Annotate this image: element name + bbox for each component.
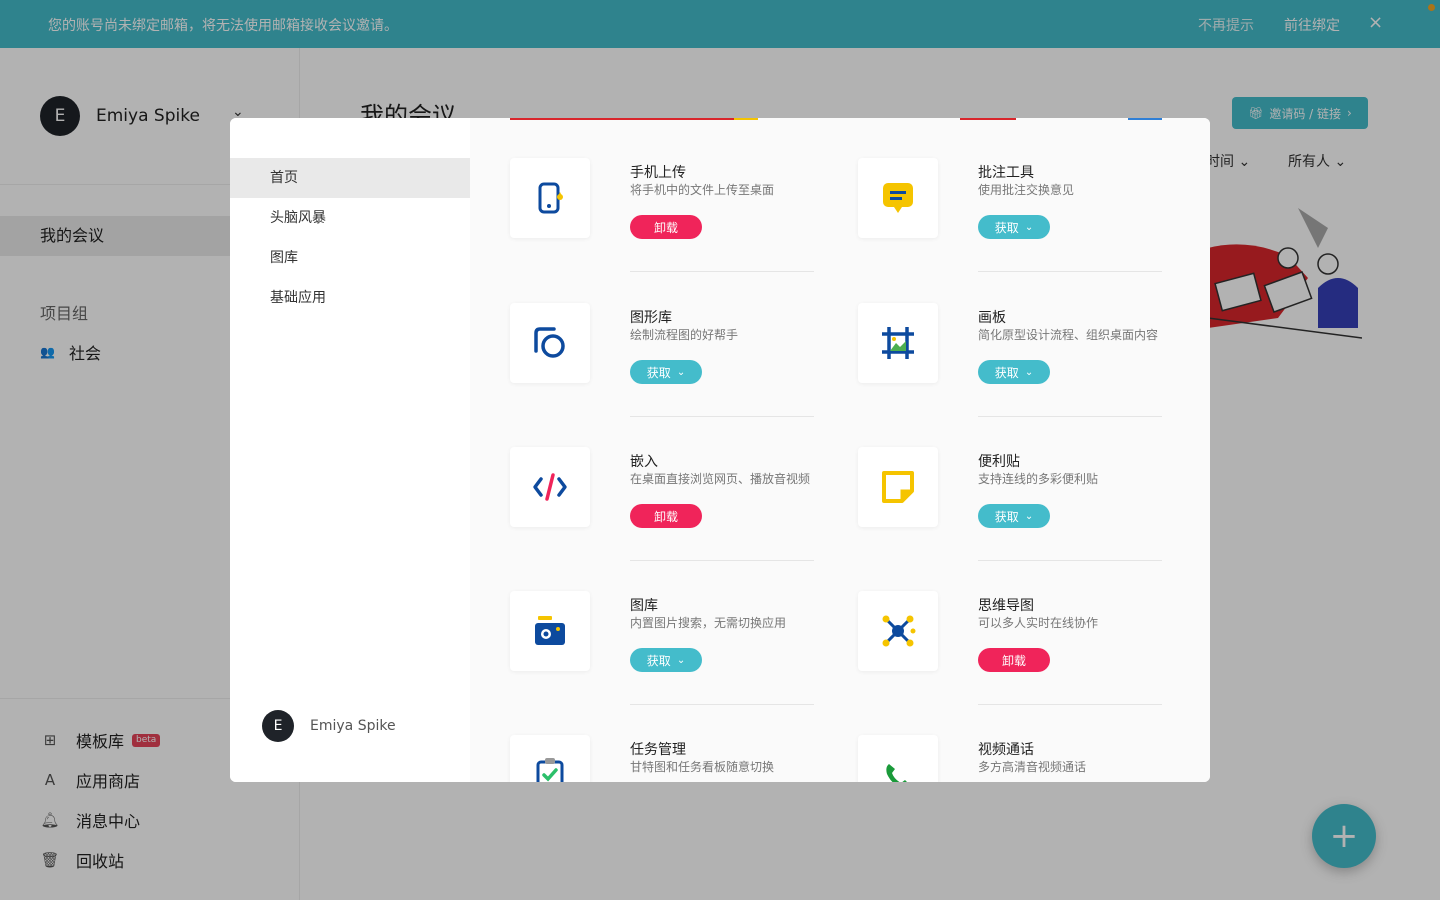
app-desc: 内置图片搜索，无需切换应用 bbox=[630, 616, 787, 630]
app-card[interactable]: 批注工具 使用批注交换意见 获取 ⌄ bbox=[858, 158, 1170, 282]
app-title: 视频通话 bbox=[978, 742, 1034, 758]
app-desc: 可以多人实时在线协作 bbox=[978, 616, 1099, 630]
app-desc: 简化原型设计流程、组织桌面内容 bbox=[978, 328, 1159, 342]
banner-strip bbox=[510, 118, 734, 120]
app-desc: 将手机中的文件上传至桌面 bbox=[630, 183, 775, 197]
app-card[interactable]: 视频通话 多方高清音视频通话 bbox=[858, 735, 1170, 782]
avatar: E bbox=[262, 710, 294, 742]
get-button[interactable]: 获取 ⌄ bbox=[630, 360, 702, 384]
modal-sidebar: 首页 头脑风暴 图库 基础应用 E Emiya Spike bbox=[230, 118, 470, 782]
app-card[interactable]: 便利贴 支持连线的多彩便利贴 获取 ⌄ bbox=[858, 447, 1170, 571]
embed-code-icon bbox=[533, 473, 567, 501]
divider bbox=[978, 271, 1162, 272]
modal-user-name: Emiya Spike bbox=[310, 718, 396, 734]
divider bbox=[630, 704, 814, 705]
chevron-down-icon: ⌄ bbox=[676, 654, 686, 666]
app-card[interactable]: 任务管理 甘特图和任务看板随意切换 bbox=[510, 735, 822, 782]
divider bbox=[630, 560, 814, 561]
app-title: 任务管理 bbox=[630, 742, 686, 758]
banner-strip bbox=[734, 118, 758, 120]
shapes-icon bbox=[534, 327, 565, 358]
modal-nav-brainstorm[interactable]: 头脑风暴 bbox=[230, 198, 470, 238]
camera-icon bbox=[535, 616, 565, 645]
comment-icon bbox=[883, 183, 913, 213]
uninstall-button[interactable]: 卸载 bbox=[630, 504, 702, 528]
phone-upload-icon bbox=[538, 182, 563, 214]
banner-strip bbox=[1128, 118, 1162, 120]
app-desc: 多方高清音视频通话 bbox=[978, 760, 1087, 774]
modal-nav-basic-apps[interactable]: 基础应用 bbox=[230, 278, 470, 318]
app-title: 图库 bbox=[630, 598, 658, 614]
divider bbox=[630, 271, 814, 272]
divider bbox=[978, 416, 1162, 417]
modal-content: 手机上传 将手机中的文件上传至桌面 卸载 批注工具 使用批注交换意见 获取⌄ bbox=[470, 118, 1210, 782]
chevron-down-icon: ⌄ bbox=[676, 366, 686, 378]
divider bbox=[978, 704, 1162, 705]
task-clipboard-icon bbox=[536, 758, 564, 782]
app-desc: 绘制流程图的好帮手 bbox=[630, 328, 739, 342]
app-desc: 使用批注交换意见 bbox=[978, 183, 1075, 197]
app-card[interactable]: 图形库 绘制流程图的好帮手 获取 ⌄ bbox=[510, 303, 822, 427]
divider bbox=[630, 416, 814, 417]
get-button[interactable]: 获取 ⌄ bbox=[978, 360, 1050, 384]
app-desc: 在桌面直接浏览网页、播放音视频 bbox=[630, 472, 811, 486]
app-store-modal: 首页 头脑风暴 图库 基础应用 E Emiya Spike 手机上传 将手机中的 bbox=[230, 118, 1210, 782]
app-title: 图形库 bbox=[630, 310, 672, 326]
app-title: 便利贴 bbox=[978, 454, 1020, 470]
chevron-down-icon: ⌄ bbox=[1024, 221, 1034, 233]
app-card[interactable]: 思维导图 可以多人实时在线协作 卸载 bbox=[858, 591, 1170, 715]
get-button[interactable]: 获取 ⌄ bbox=[630, 648, 702, 672]
app-title: 嵌入 bbox=[630, 454, 658, 470]
app-title: 画板 bbox=[978, 310, 1006, 326]
app-card[interactable]: 画板 简化原型设计流程、组织桌面内容 获取 ⌄ bbox=[858, 303, 1170, 427]
banner-strip bbox=[960, 118, 1016, 120]
chevron-down-icon: ⌄ bbox=[1024, 510, 1034, 522]
uninstall-button[interactable]: 卸载 bbox=[978, 648, 1050, 672]
app-card[interactable]: 手机上传 将手机中的文件上传至桌面 卸载 bbox=[510, 158, 822, 282]
divider bbox=[978, 560, 1162, 561]
chevron-down-icon: ⌄ bbox=[1024, 366, 1034, 378]
uninstall-button[interactable]: 卸载 bbox=[630, 215, 702, 239]
app-title: 手机上传 bbox=[630, 165, 686, 181]
app-title: 思维导图 bbox=[978, 598, 1034, 614]
modal-user: E Emiya Spike bbox=[262, 710, 396, 742]
mindmap-icon bbox=[882, 615, 916, 647]
app-title: 批注工具 bbox=[978, 165, 1034, 181]
sticky-note-icon bbox=[882, 471, 914, 503]
modal-nav-gallery[interactable]: 图库 bbox=[230, 238, 470, 278]
modal-nav-home[interactable]: 首页 bbox=[230, 158, 470, 198]
get-button[interactable]: 获取 ⌄ bbox=[978, 215, 1050, 239]
app-desc: 甘特图和任务看板随意切换 bbox=[630, 760, 775, 774]
app-card[interactable]: 图库 内置图片搜索，无需切换应用 获取 ⌄ bbox=[510, 591, 822, 715]
artboard-icon bbox=[882, 327, 914, 359]
app-card[interactable]: 嵌入 在桌面直接浏览网页、播放音视频 卸载 bbox=[510, 447, 822, 571]
phone-call-icon bbox=[886, 764, 907, 782]
get-button[interactable]: 获取 ⌄ bbox=[978, 504, 1050, 528]
app-desc: 支持连线的多彩便利贴 bbox=[978, 472, 1099, 486]
